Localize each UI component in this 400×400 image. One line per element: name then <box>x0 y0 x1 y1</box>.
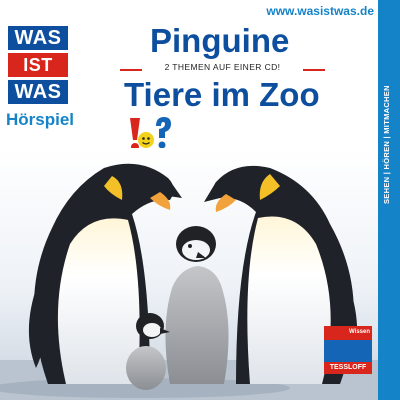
penguin-family-illustration <box>0 148 378 400</box>
side-strip: SEHEN | HÖREN | MITMACHEN <box>378 0 400 400</box>
badge-panel <box>324 340 372 362</box>
cd-cover: SEHEN | HÖREN | MITMACHEN www.wasistwas.… <box>0 0 400 400</box>
subtitle-rule-left <box>120 69 142 71</box>
badge-tag: Wissen <box>349 329 370 335</box>
series-label: Hörspiel <box>6 110 75 129</box>
title-pinguine: Pinguine <box>150 22 290 59</box>
logo-word-2: IST <box>8 53 68 77</box>
subtitle-line: 2 THEMEN AUF EINER CD! <box>120 62 325 76</box>
logo-word-3: WAS <box>8 80 68 104</box>
logo-word-1: WAS <box>8 26 68 50</box>
subtitle-rule-right <box>303 69 325 71</box>
tessloff-publisher-badge: Wissen TESSLOFF <box>324 326 372 374</box>
title-tiere-im-zoo: Tiere im Zoo <box>124 76 320 113</box>
side-strip-text: SEHEN | HÖREN | MITMACHEN <box>382 85 391 205</box>
publisher-name: TESSLOFF <box>324 362 372 374</box>
was-ist-was-logo: WAS IST WAS <box>8 26 68 104</box>
subtitle-text: 2 THEMEN AUF EINER CD! <box>164 62 281 72</box>
badge-top: Wissen <box>324 326 372 340</box>
website-url[interactable]: www.wasistwas.de <box>266 4 374 18</box>
penguin-photo <box>0 148 378 400</box>
